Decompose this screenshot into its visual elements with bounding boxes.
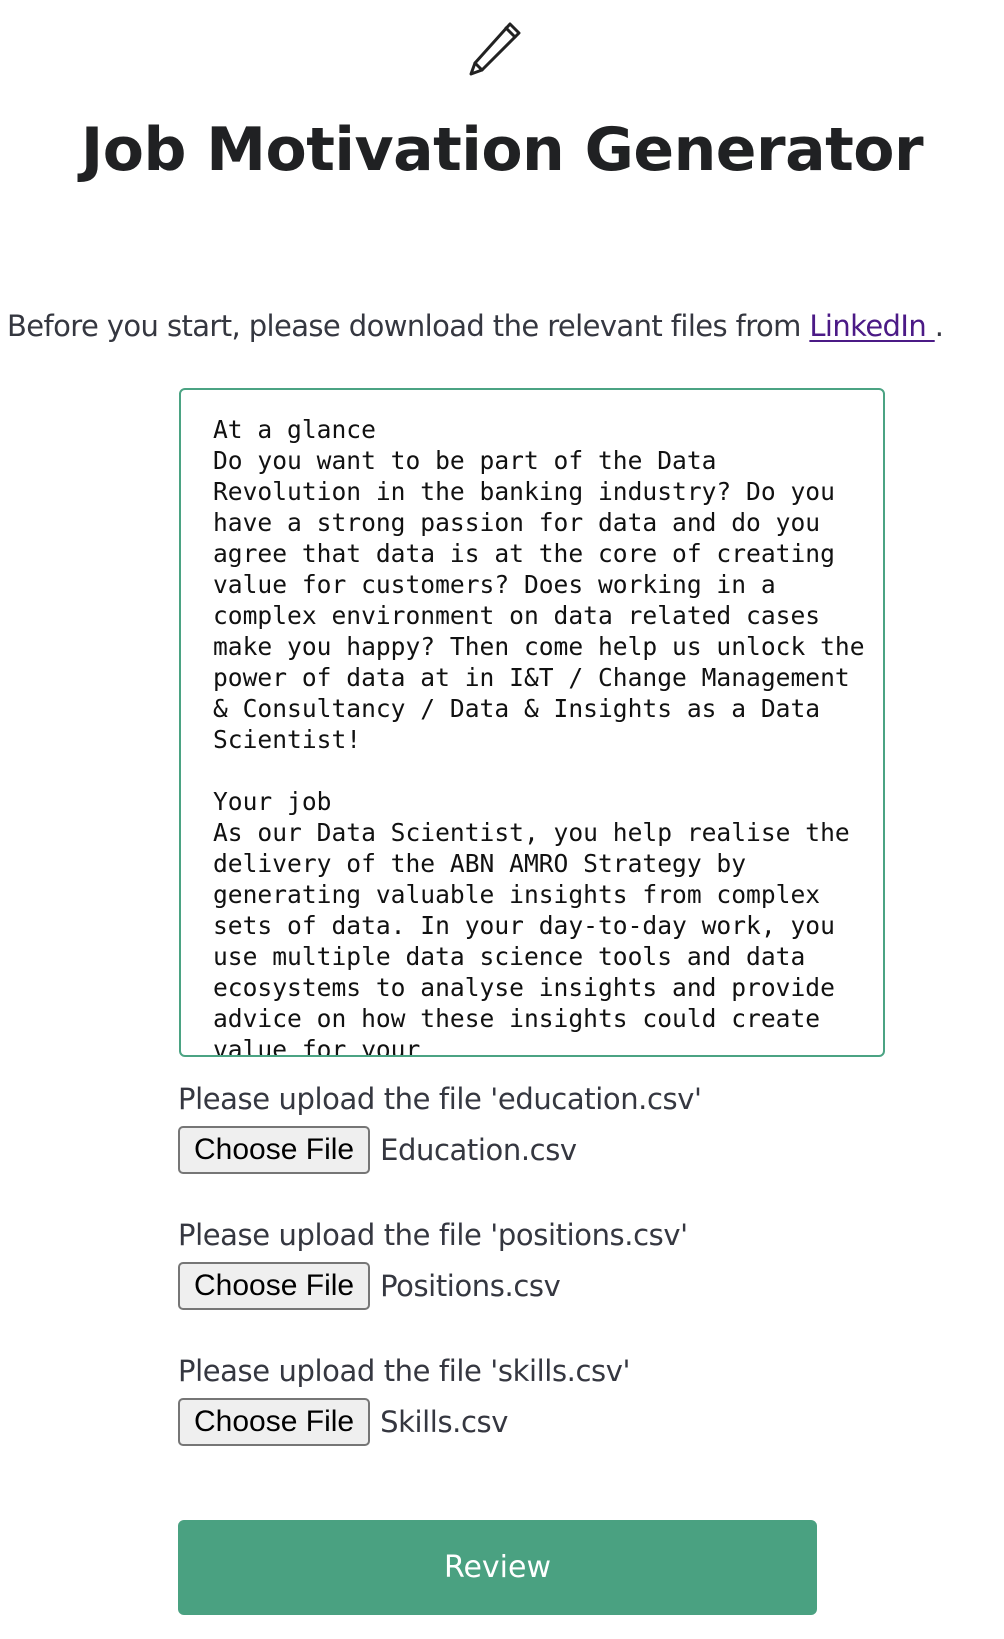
upload-label-positions: Please upload the file 'positions.csv' <box>178 1218 688 1252</box>
linkedin-link[interactable]: LinkedIn <box>809 309 934 343</box>
upload-education: Please upload the file 'education.csv' C… <box>178 1079 898 1175</box>
upload-skills: Please upload the file 'skills.csv' Choo… <box>178 1351 898 1447</box>
file-row-positions: Choose File Positions.csv <box>178 1261 898 1311</box>
choose-file-button-skills[interactable]: Choose File <box>178 1398 371 1446</box>
intro-suffix: . <box>934 309 944 343</box>
intro-sentence: Before you start, please download the re… <box>7 309 810 343</box>
file-name-education: Education.csv <box>380 1133 577 1167</box>
pencil-icon <box>469 22 521 76</box>
file-row-skills: Choose File Skills.csv <box>178 1397 898 1447</box>
review-button[interactable]: Review <box>178 1520 817 1615</box>
job-description-textarea[interactable]: At a glance Do you want to be part of th… <box>179 388 885 1057</box>
intro-text: Before you start, please download the re… <box>7 306 1004 346</box>
choose-file-button-education[interactable]: Choose File <box>178 1126 371 1174</box>
file-name-skills: Skills.csv <box>380 1405 508 1439</box>
upload-positions: Please upload the file 'positions.csv' C… <box>178 1215 898 1311</box>
choose-file-button-positions[interactable]: Choose File <box>178 1262 371 1310</box>
upload-label-skills: Please upload the file 'skills.csv' <box>178 1354 631 1388</box>
page-title: Job Motivation Generator <box>80 115 924 185</box>
file-name-positions: Positions.csv <box>380 1269 561 1303</box>
upload-label-education: Please upload the file 'education.csv' <box>178 1082 702 1116</box>
file-row-education: Choose File Education.csv <box>178 1125 898 1175</box>
